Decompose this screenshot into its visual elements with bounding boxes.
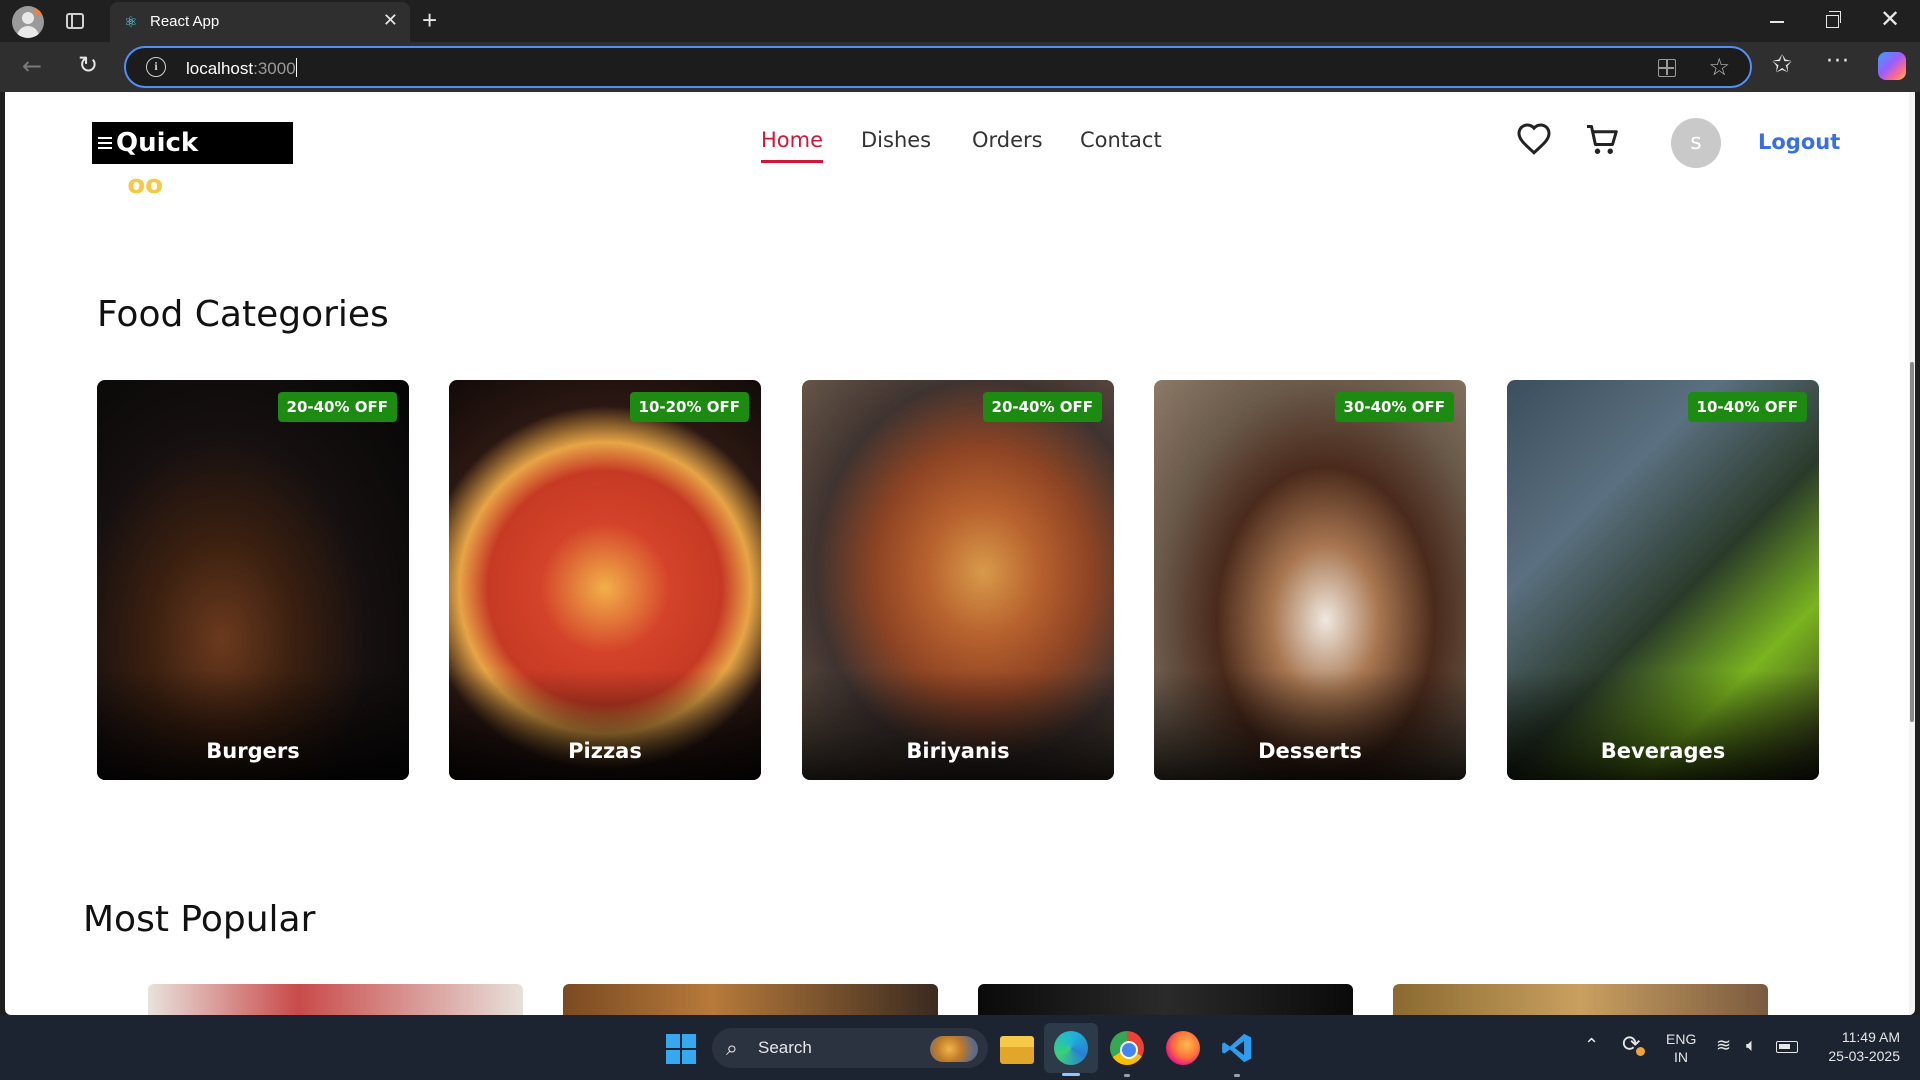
favorite-star-icon[interactable]: ☆ <box>1708 53 1730 81</box>
profile-icon[interactable] <box>12 6 44 38</box>
tab-actions-icon[interactable] <box>66 13 84 29</box>
vscode-icon[interactable] <box>1220 1031 1254 1065</box>
discount-badge: 20-40% OFF <box>982 392 1102 422</box>
food-categories-title: Food Categories <box>97 294 389 335</box>
tab-react-app[interactable]: ⚛ React App ✕ <box>110 2 410 42</box>
battery-icon[interactable] <box>1776 1041 1798 1053</box>
popular-item-card[interactable] <box>563 984 938 1015</box>
edge-running-indicator <box>1062 1073 1080 1076</box>
category-card-beverages[interactable]: 10-40% OFF Beverages <box>1507 380 1819 780</box>
category-name: Beverages <box>1600 739 1726 763</box>
vscode-running-indicator <box>1234 1074 1240 1077</box>
clock-date: 25-03-2025 <box>1828 1048 1900 1064</box>
new-tab-icon[interactable]: + <box>422 6 437 34</box>
favorites-icon[interactable]: ✩ <box>1772 50 1792 78</box>
browser-tab-strip: ⚛ React App ✕ + ✕ <box>0 0 1920 42</box>
clock-time: 11:49 AM <box>1841 1029 1900 1045</box>
discount-badge: 10-40% OFF <box>1687 392 1807 422</box>
address-bar[interactable]: i localhost:3000 ☆ <box>124 46 1752 88</box>
taskbar-search-label: Search <box>758 1038 812 1057</box>
category-name: Burgers <box>206 739 300 763</box>
search-icon: ⌕ <box>726 1036 738 1060</box>
input-language[interactable]: ENG IN <box>1666 1030 1696 1066</box>
page-viewport: Quick foodie Home Dishes Orders Contact … <box>5 92 1915 1015</box>
taskbar: ⌕ Search ⌃ ⟳ ENG IN ≋ 🔈︎ 11:49 AM 25-03-… <box>0 1015 1920 1080</box>
scrollbar-thumb[interactable] <box>1910 362 1914 722</box>
popular-item-card[interactable] <box>1393 984 1768 1015</box>
sync-warning-dot <box>1636 1047 1645 1056</box>
category-card-desserts[interactable]: 30-40% OFF Desserts <box>1154 380 1466 780</box>
browser-toolbar: ← ↻ i localhost:3000 ☆ ✩ ··· <box>0 42 1920 92</box>
wifi-icon[interactable]: ≋ <box>1716 1034 1731 1058</box>
discount-badge: 30-40% OFF <box>1334 392 1454 422</box>
scrollbar[interactable] <box>1909 92 1915 1015</box>
volume-icon[interactable]: 🔈︎ <box>1746 1034 1757 1058</box>
windows-start-icon[interactable] <box>666 1034 696 1064</box>
show-hidden-icons-icon[interactable]: ⌃ <box>1584 1036 1599 1056</box>
category-card-pizzas[interactable]: 10-20% OFF Pizzas <box>449 380 761 780</box>
nav-contact[interactable]: Contact <box>1080 128 1162 152</box>
cart-icon[interactable] <box>1584 122 1620 158</box>
more-menu-icon[interactable]: ··· <box>1826 48 1850 76</box>
close-tab-icon[interactable]: ✕ <box>383 11 398 31</box>
site-info-icon[interactable]: i <box>146 57 166 77</box>
most-popular-title: Most Popular <box>83 899 316 940</box>
edge-icon[interactable] <box>1054 1031 1088 1065</box>
popular-item-card[interactable] <box>978 984 1353 1015</box>
copilot-icon[interactable] <box>1878 52 1906 80</box>
taskbar-search[interactable]: ⌕ Search <box>712 1028 988 1068</box>
url-port: :3000 <box>253 59 296 78</box>
app-available-icon[interactable] <box>1658 59 1676 77</box>
discount-badge: 20-40% OFF <box>277 392 397 422</box>
site-logo[interactable]: Quick foodie <box>92 122 293 200</box>
nav-orders[interactable]: Orders <box>972 128 1043 152</box>
category-card-burgers[interactable]: 20-40% OFF Burgers <box>97 380 409 780</box>
category-name: Desserts <box>1258 739 1362 763</box>
logout-link[interactable]: Logout <box>1758 130 1840 154</box>
clock[interactable]: 11:49 AM 25-03-2025 <box>1814 1028 1900 1066</box>
react-icon: ⚛ <box>124 13 138 31</box>
window-close-icon[interactable]: ✕ <box>1880 7 1900 33</box>
firefox-icon[interactable] <box>1166 1031 1200 1065</box>
chrome-icon[interactable] <box>1110 1031 1144 1065</box>
file-explorer-icon[interactable] <box>1000 1036 1034 1064</box>
reload-icon[interactable]: ↻ <box>78 51 98 79</box>
chrome-running-indicator <box>1124 1074 1130 1077</box>
search-highlight-art <box>930 1036 978 1062</box>
discount-badge: 10-20% OFF <box>629 392 749 422</box>
popular-item-card[interactable] <box>148 984 523 1015</box>
back-arrow-icon[interactable]: ← <box>22 52 42 80</box>
category-name: Biriyanis <box>906 739 1010 763</box>
minimize-icon[interactable] <box>1770 21 1784 23</box>
category-name: Pizzas <box>568 739 642 763</box>
url-text[interactable]: localhost:3000 <box>186 58 297 79</box>
heart-icon[interactable] <box>1516 122 1552 158</box>
nav-home[interactable]: Home <box>761 128 824 163</box>
tab-title: React App <box>150 13 220 30</box>
user-avatar[interactable]: s <box>1671 118 1721 168</box>
restore-icon[interactable] <box>1826 11 1841 28</box>
category-card-biriyanis[interactable]: 20-40% OFF Biriyanis <box>802 380 1114 780</box>
nav-dishes[interactable]: Dishes <box>861 128 931 152</box>
